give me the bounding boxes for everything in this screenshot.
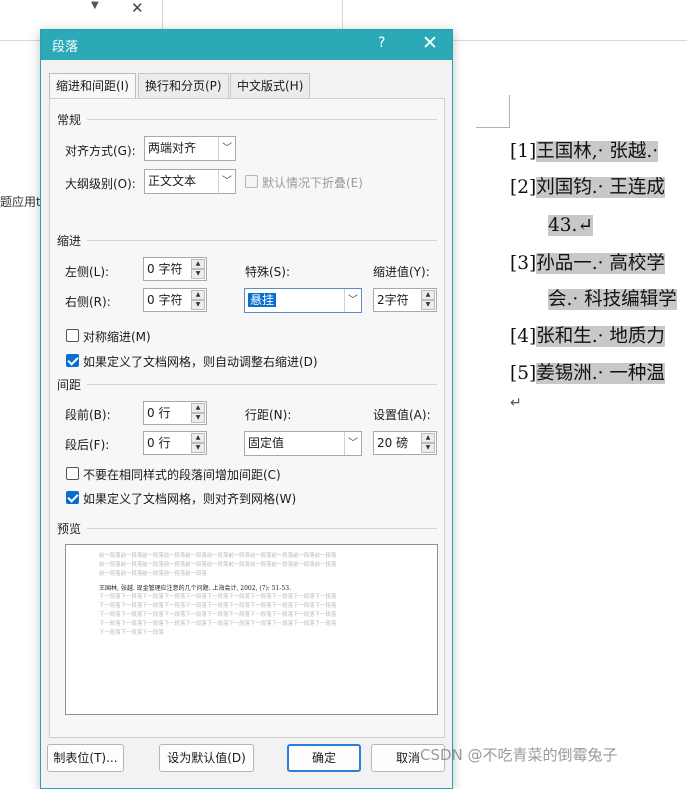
margin-corner-mark (476, 127, 510, 128)
indent-right-value: 0 字符 (147, 293, 183, 307)
space-before-value: 0 行 (147, 406, 171, 420)
spin-up-icon[interactable]: ▲ (191, 403, 205, 413)
spin-up-icon[interactable]: ▲ (421, 290, 435, 300)
reference-line-continuation[interactable]: 43.↵ (548, 213, 593, 239)
chevron-down-icon: ﹀ (344, 432, 361, 455)
divider (162, 0, 163, 30)
paragraph-mark: ↵ (510, 395, 522, 411)
document-page[interactable]: [1]王国林,· 张越.· [2]刘国钧.· 王连成 43.↵ [3]孙品一.·… (476, 95, 687, 425)
mirror-indent-label: 对称缩进(M) (83, 330, 151, 344)
spin-up-icon[interactable]: ▲ (191, 290, 205, 300)
collapse-default-checkbox[interactable] (245, 175, 258, 188)
tab-indent-spacing[interactable]: 缩进和间距(I) (49, 73, 136, 100)
indent-right-label: 右侧(R): (65, 295, 111, 309)
close-icon[interactable]: ✕ (131, 0, 144, 17)
dropdown-arrow-icon[interactable]: ▼ (91, 0, 99, 11)
divider (87, 384, 437, 385)
special-indent-select[interactable]: 悬挂 ﹀ (244, 288, 362, 313)
alignment-value: 两端对齐 (148, 141, 197, 155)
spin-up-icon[interactable]: ▲ (191, 259, 205, 269)
ok-button[interactable]: 确定 (287, 744, 361, 772)
chevron-down-icon: ﹀ (218, 170, 235, 193)
spin-down-icon[interactable]: ▼ (191, 269, 205, 279)
indent-right-spinner[interactable]: 0 字符 ▲ ▼ (143, 288, 207, 312)
spin-down-icon[interactable]: ▼ (421, 443, 435, 453)
paragraph-preview: 前一段落前一段落前一段落前一段落前一段落前一段落前一段落前一段落前一段落前一段落… (65, 544, 438, 715)
margin-corner-mark (509, 95, 510, 127)
spin-down-icon[interactable]: ▼ (421, 300, 435, 310)
dialog-title: 段落 (52, 40, 79, 55)
mirror-indent-checkbox[interactable] (66, 329, 79, 342)
snap-to-grid-label: 如果定义了文档网格，则对齐到网格(W) (83, 492, 297, 506)
close-icon[interactable]: ✕ (422, 32, 438, 54)
section-spacing-title: 间距 (57, 378, 82, 392)
snap-to-grid-checkbox[interactable] (66, 491, 79, 504)
section-indent-title: 缩进 (57, 234, 82, 248)
reference-line[interactable]: [1]王国林,· 张越.· (510, 139, 659, 165)
watermark: CSDN @不吃青菜的倒霉兔子 (420, 746, 618, 764)
divider (87, 119, 437, 120)
outline-level-select[interactable]: 正文文本 ﹀ (144, 169, 236, 194)
reference-line[interactable]: [4]张和生.· 地质力 (510, 324, 665, 350)
indent-left-spinner[interactable]: 0 字符 ▲ ▼ (143, 257, 207, 281)
alignment-label: 对齐方式(G): (65, 144, 136, 158)
alignment-select[interactable]: 两端对齐 ﹀ (144, 136, 236, 161)
line-spacing-at-label: 设置值(A): (373, 408, 431, 422)
section-preview-title: 预览 (57, 522, 82, 536)
no-space-same-style-label: 不要在相同样式的段落间增加间距(C) (83, 468, 281, 482)
preview-previous-text: 前一段落前一段落前一段落前一段落前一段落 (99, 571, 207, 577)
tabs-button[interactable]: 制表位(T)... (47, 744, 124, 772)
auto-adjust-right-indent-checkbox[interactable] (66, 354, 79, 367)
collapse-default-label: 默认情况下折叠(E) (262, 176, 363, 190)
line-spacing-at-spinner[interactable]: 20 磅 ▲ ▼ (373, 431, 437, 455)
indent-by-label: 缩进值(Y): (373, 265, 430, 279)
outline-level-value: 正文文本 (148, 174, 197, 188)
indent-by-spinner[interactable]: 2字符 ▲ ▼ (373, 288, 437, 312)
divider (342, 0, 343, 30)
indent-left-value: 0 字符 (147, 262, 183, 276)
space-after-spinner[interactable]: 0 行 ▲ ▼ (143, 431, 207, 455)
special-indent-value: 悬挂 (248, 293, 277, 307)
tab-line-page-breaks[interactable]: 换行和分页(P) (138, 73, 229, 98)
space-before-spinner[interactable]: 0 行 ▲ ▼ (143, 401, 207, 425)
reference-line[interactable]: [2]刘国钧.· 王连成 (510, 175, 665, 201)
reference-line-continuation[interactable]: 会.· 科技编辑学 (548, 287, 677, 313)
spin-up-icon[interactable]: ▲ (421, 433, 435, 443)
divider (87, 240, 437, 241)
divider (87, 528, 437, 529)
line-spacing-value: 固定值 (248, 436, 285, 450)
no-space-same-style-checkbox[interactable] (66, 467, 79, 480)
reference-line[interactable]: [5]姜锡洲.· 一种温 (510, 361, 665, 387)
indent-by-value: 2字符 (377, 293, 409, 307)
line-spacing-at-value: 20 磅 (377, 436, 409, 450)
space-after-value: 0 行 (147, 436, 171, 450)
special-indent-label: 特殊(S): (245, 265, 291, 279)
space-after-label: 段后(F): (65, 438, 110, 452)
indent-left-label: 左侧(L): (65, 265, 110, 279)
line-spacing-select[interactable]: 固定值 ﹀ (244, 431, 362, 456)
spin-down-icon[interactable]: ▼ (191, 443, 205, 453)
spin-down-icon[interactable]: ▼ (191, 300, 205, 310)
help-icon[interactable]: ? (378, 35, 385, 51)
reference-line[interactable]: [3]孙品一.· 高校学 (510, 251, 665, 277)
auto-adjust-right-indent-label: 如果定义了文档网格，则自动调整右缩进(D) (83, 355, 318, 369)
set-default-button[interactable]: 设为默认值(D) (159, 744, 254, 772)
line-spacing-label: 行距(N): (245, 408, 292, 422)
preview-next-text: 下一段落下一段落下一段落 (99, 630, 164, 636)
side-panel-text: 题应用t (0, 195, 41, 209)
tab-asian-typography[interactable]: 中文版式(H) (230, 73, 311, 98)
chevron-down-icon: ﹀ (218, 137, 235, 160)
section-general-title: 常规 (57, 113, 82, 127)
chevron-down-icon: ﹀ (344, 289, 361, 312)
preview-current-text: 王国林, 张越. 现金管理应注意的几个问题. 上海会计, 2002, (7): … (99, 585, 291, 592)
paragraph-dialog: 段落 ? ✕ 缩进和间距(I) 换行和分页(P) 中文版式(H) 常规 对齐方式… (40, 29, 453, 789)
space-before-label: 段前(B): (65, 408, 111, 422)
spin-down-icon[interactable]: ▼ (191, 413, 205, 423)
spin-up-icon[interactable]: ▲ (191, 433, 205, 443)
dialog-titlebar[interactable]: 段落 ? ✕ (41, 30, 452, 60)
outline-level-label: 大纲级别(O): (65, 177, 136, 191)
